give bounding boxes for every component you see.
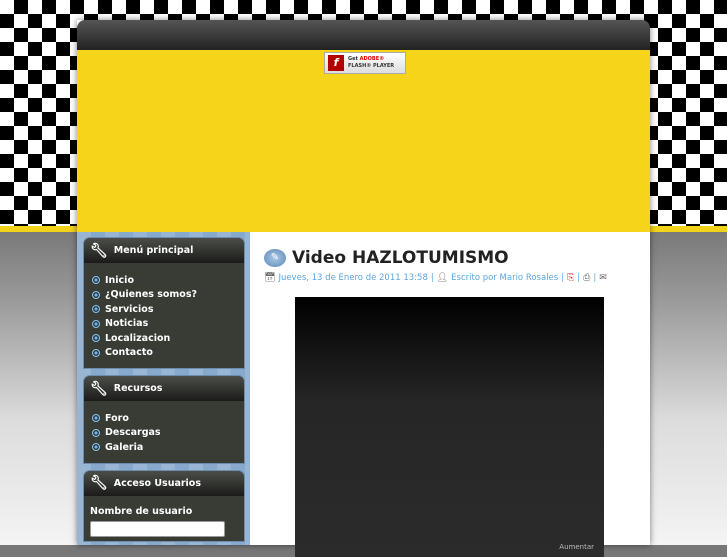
module-title: Recursos bbox=[113, 383, 163, 394]
menu-item-quienes-somos[interactable]: ¿Quienes somos? bbox=[92, 288, 244, 303]
menu-link[interactable]: Noticias bbox=[105, 318, 148, 329]
menu-item-contacto[interactable]: Contacto bbox=[92, 346, 244, 361]
zoom-button[interactable]: Aumentar bbox=[559, 543, 594, 551]
menu-item-descargas[interactable]: Descargas bbox=[92, 426, 244, 441]
separator: | bbox=[561, 273, 565, 283]
menu-link[interactable]: Localizacion bbox=[105, 333, 170, 344]
video-player[interactable]: Aumentar bbox=[295, 297, 604, 557]
wrench-icon: 🔧︎ bbox=[90, 380, 108, 397]
menu-item-galeria[interactable]: Galeria bbox=[92, 440, 244, 455]
resources-module: 🔧︎ Recursos Foro Descargas Galeria bbox=[84, 376, 244, 463]
menu-item-noticias[interactable]: Noticias bbox=[92, 317, 244, 332]
calendar-icon: 📅︎ bbox=[264, 273, 276, 283]
email-icon[interactable]: ✉ bbox=[599, 273, 607, 283]
speech-bubble-icon: ✎ bbox=[264, 249, 286, 267]
flash-logo-icon: f bbox=[328, 55, 344, 71]
bullet-icon bbox=[92, 428, 100, 437]
bullet-icon bbox=[92, 334, 100, 343]
wrench-icon: 🔧︎ bbox=[90, 475, 108, 491]
user-icon: 👤︎ bbox=[436, 273, 449, 283]
top-bar bbox=[77, 20, 650, 50]
article-content: ✎ Video HAZLOTUMISMO 📅︎ Jueves, 13 de Ene… bbox=[250, 232, 650, 557]
wrench-icon: 🔧︎ bbox=[90, 242, 108, 259]
login-module: 🔧︎ Acceso Usuarios Nombre de usuario bbox=[84, 470, 244, 541]
bullet-icon bbox=[92, 290, 100, 299]
main-menu-module: 🔧︎ Menú principal Inicio ¿Quienes somos? … bbox=[84, 238, 244, 368]
get-flash-player-button[interactable]: f Get ADOBE® FLASH® PLAYER bbox=[324, 52, 406, 74]
page-container: f Get ADOBE® FLASH® PLAYER 🔧︎ Menú princip… bbox=[77, 20, 650, 557]
flash-get-text: Get bbox=[348, 56, 358, 62]
menu-link[interactable]: Servicios bbox=[105, 304, 154, 315]
menu-item-inicio[interactable]: Inicio bbox=[92, 273, 244, 288]
username-label: Nombre de usuario bbox=[90, 505, 193, 517]
article-title[interactable]: Video HAZLOTUMISMO bbox=[292, 248, 509, 268]
print-icon[interactable]: ⎙ bbox=[583, 273, 590, 283]
bullet-icon bbox=[92, 443, 100, 452]
menu-link[interactable]: Galeria bbox=[105, 442, 143, 453]
menu-item-servicios[interactable]: Servicios bbox=[92, 302, 244, 317]
bullet-icon bbox=[92, 348, 100, 357]
flash-player-text: FLASH® PLAYER bbox=[348, 63, 395, 69]
module-title: Acceso Usuarios bbox=[113, 477, 201, 489]
menu-item-foro[interactable]: Foro bbox=[92, 411, 244, 426]
module-title: Menú principal bbox=[113, 245, 194, 256]
bullet-icon bbox=[92, 276, 100, 285]
separator: | bbox=[430, 273, 434, 283]
flash-adobe-text: ADOBE® bbox=[359, 56, 385, 62]
sidebar: 🔧︎ Menú principal Inicio ¿Quienes somos? … bbox=[77, 232, 250, 545]
article-author: Escrito por Mario Rosales bbox=[451, 273, 559, 283]
separator: | bbox=[593, 273, 597, 283]
header-banner: f Get ADOBE® FLASH® PLAYER bbox=[77, 50, 650, 232]
menu-item-localizacion[interactable]: Localizacion bbox=[92, 331, 244, 346]
menu-link[interactable]: Contacto bbox=[105, 347, 153, 358]
article-date: Jueves, 13 de Enero de 2011 13:58 bbox=[278, 273, 428, 283]
bullet-icon bbox=[92, 414, 100, 423]
menu-link[interactable]: Inicio bbox=[105, 275, 134, 286]
bullet-icon bbox=[92, 319, 100, 328]
menu-link[interactable]: ¿Quienes somos? bbox=[105, 289, 197, 300]
menu-link[interactable]: Descargas bbox=[105, 427, 161, 438]
separator: | bbox=[577, 273, 581, 283]
menu-link[interactable]: Foro bbox=[105, 413, 129, 424]
bullet-icon bbox=[92, 305, 100, 314]
pdf-icon[interactable]: ⎘ bbox=[567, 273, 574, 283]
username-input[interactable] bbox=[90, 520, 225, 537]
